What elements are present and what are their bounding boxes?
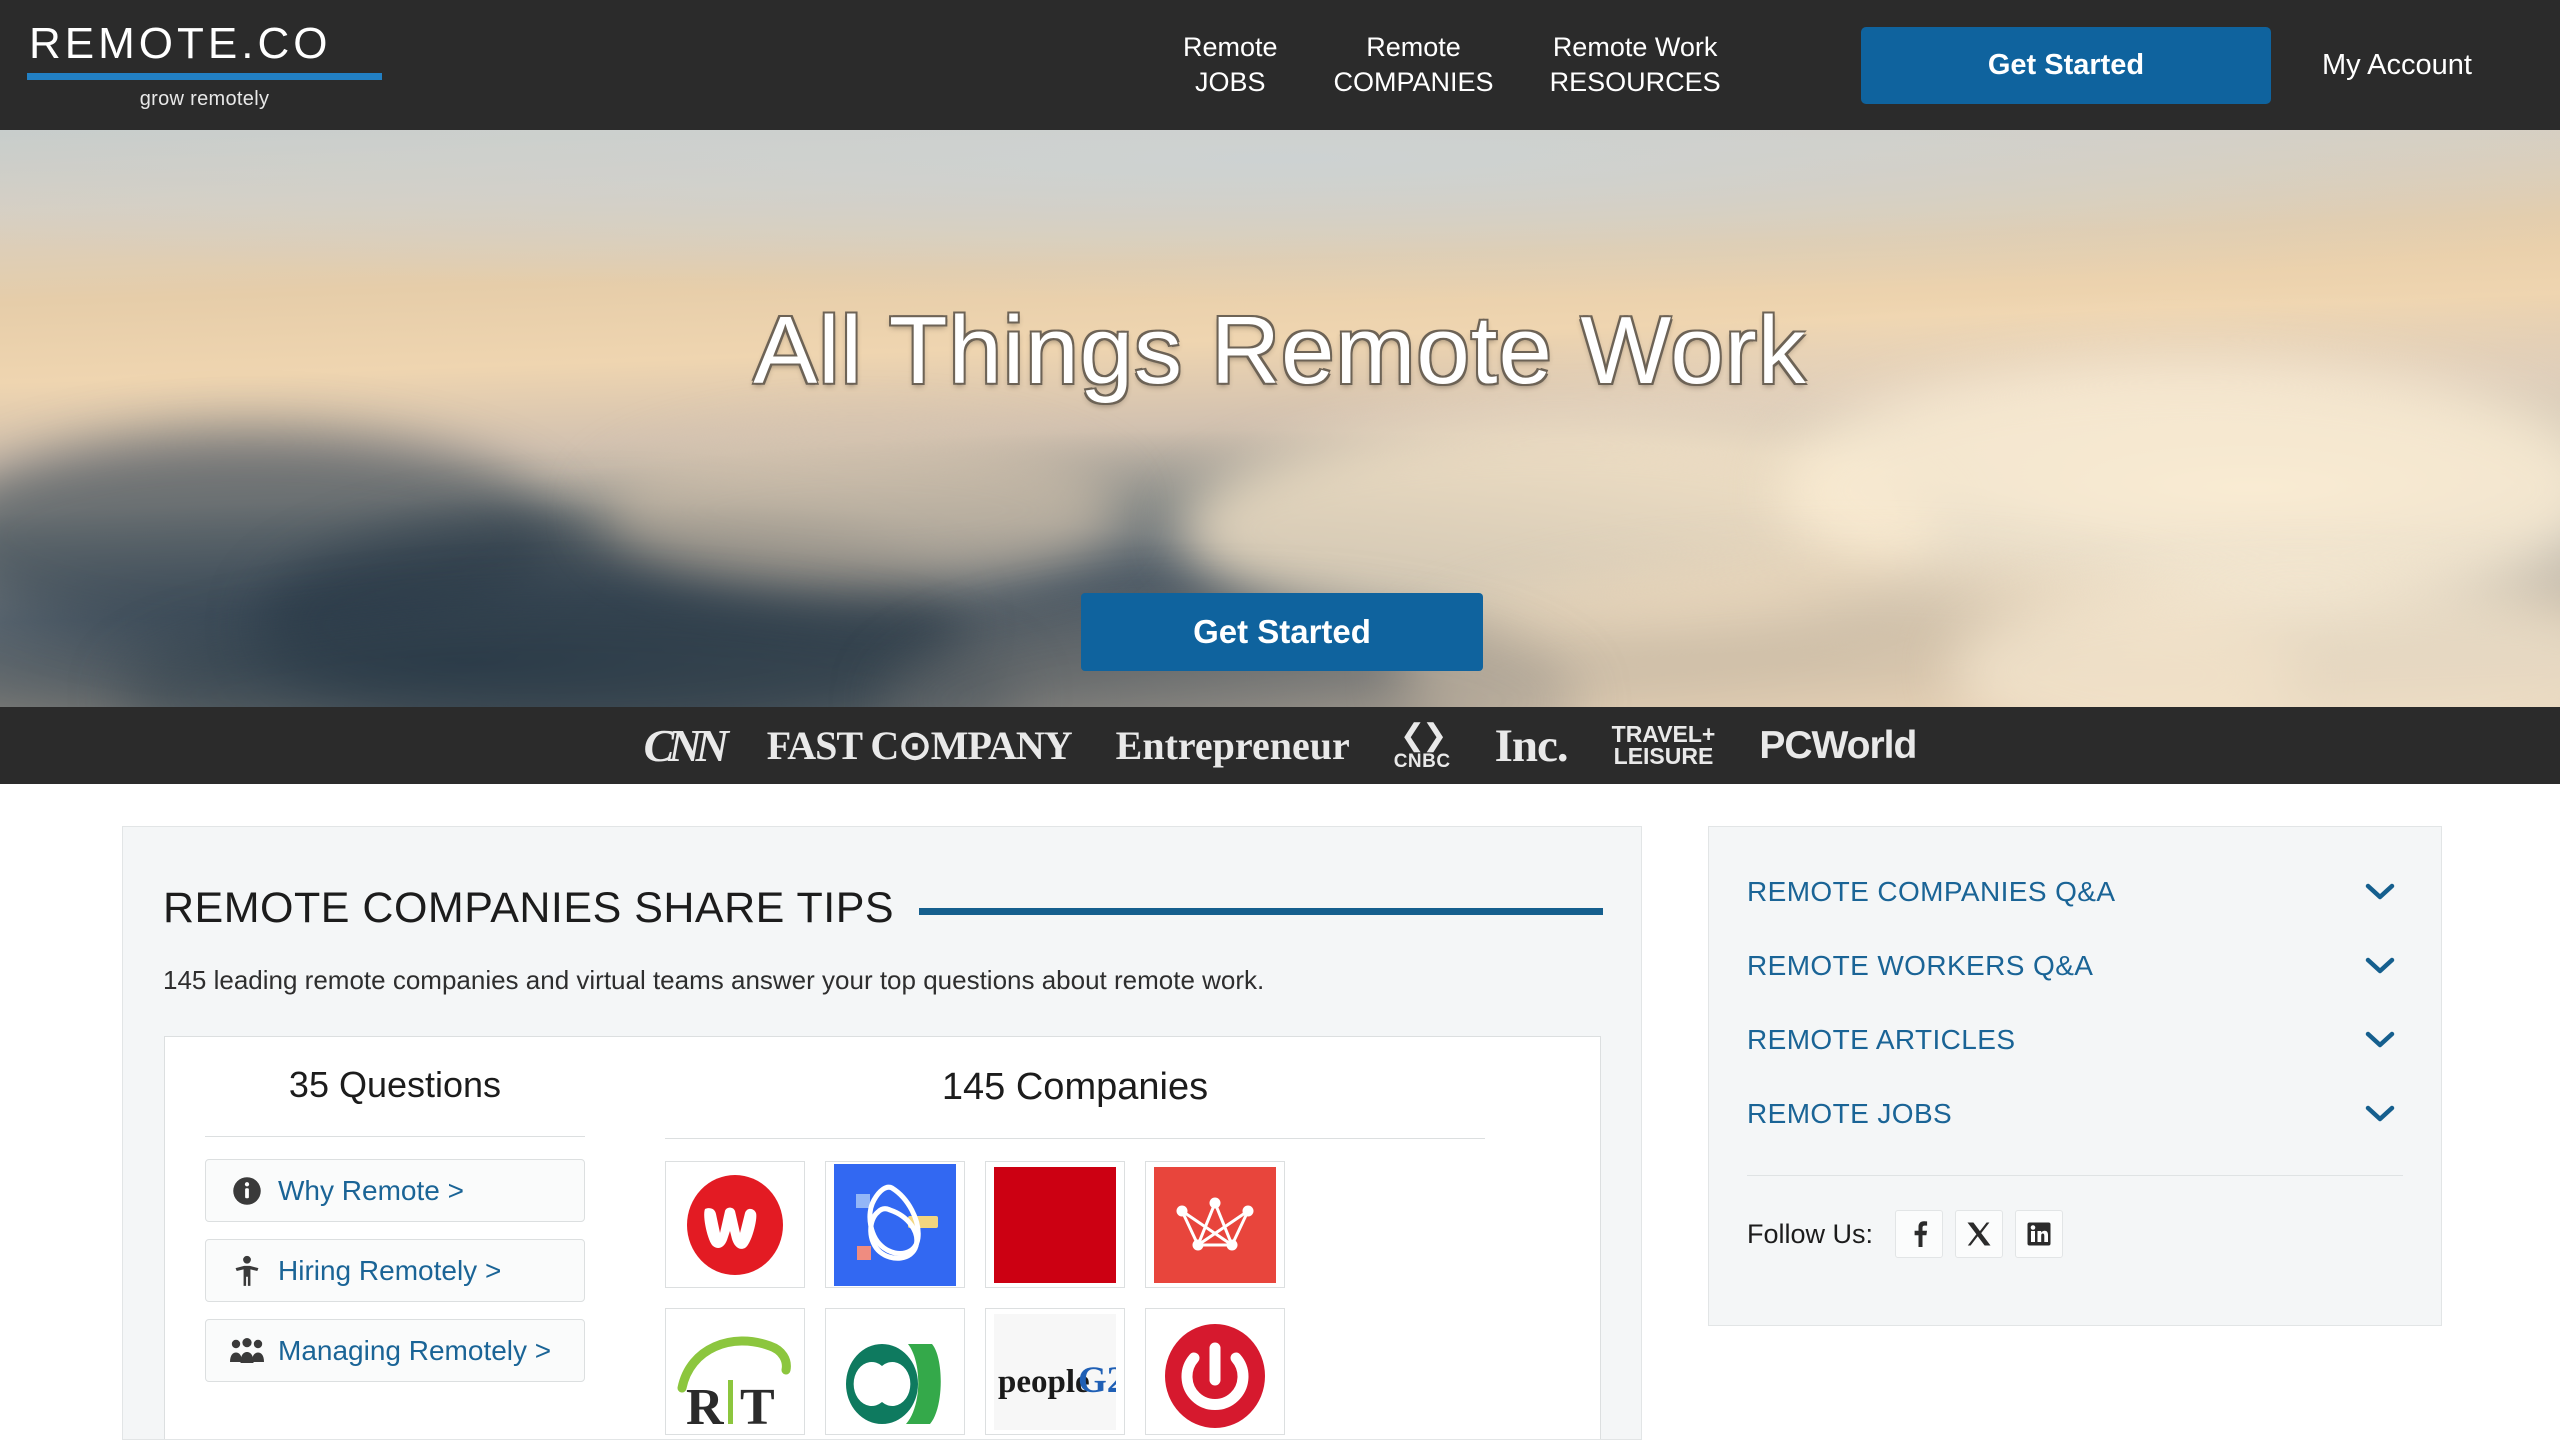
accordion-item-remote-articles[interactable]: REMOTE ARTICLES bbox=[1747, 1003, 2403, 1077]
svg-text:R: R bbox=[686, 1379, 725, 1430]
heading-rule bbox=[919, 908, 1603, 915]
nav-item-remote-jobs[interactable]: Remote JOBS bbox=[1155, 30, 1306, 99]
resources-sidebar: REMOTE COMPANIES Q&A REMOTE WORKERS Q&A … bbox=[1708, 826, 2442, 1326]
remote-companies-share-tips-panel: REMOTE COMPANIES SHARE TIPS 145 leading … bbox=[122, 826, 1642, 1440]
nav-item-line1: Remote bbox=[1183, 32, 1278, 63]
chevron-down-icon bbox=[2365, 883, 2395, 901]
people-group-icon bbox=[230, 1334, 264, 1368]
press-logo-tl-line2: LEISURE bbox=[1613, 742, 1714, 769]
accordion-item-remote-jobs[interactable]: REMOTE JOBS bbox=[1747, 1077, 2403, 1151]
svg-text:G2: G2 bbox=[1078, 1360, 1116, 1401]
question-item-label: Why Remote > bbox=[278, 1174, 464, 1206]
logo-wordmark: REMOTE.CO bbox=[29, 19, 332, 68]
company-logo-crown[interactable] bbox=[1145, 1161, 1285, 1288]
companies-divider bbox=[665, 1138, 1485, 1139]
hero-get-started-button[interactable]: Get Started bbox=[1081, 593, 1483, 671]
accordion-label: REMOTE ARTICLES bbox=[1747, 1024, 2016, 1055]
cloud-shape bbox=[600, 430, 1120, 590]
question-item-label: Managing Remotely > bbox=[278, 1334, 552, 1366]
nav-item-remote-companies[interactable]: Remote COMPANIES bbox=[1306, 30, 1522, 99]
company-logo-peopleg2[interactable]: people G2 bbox=[985, 1308, 1125, 1435]
panel-subtitle: 145 leading remote companies and virtual… bbox=[163, 965, 1265, 995]
chevron-down-icon bbox=[2365, 957, 2395, 975]
company-logo-grid: R T people G2 bbox=[665, 1161, 1485, 1435]
logo-tagline: grow remotely bbox=[139, 88, 270, 110]
accordion-label: REMOTE COMPANIES Q&A bbox=[1747, 876, 2116, 907]
press-logo-pcworld: PCWorld bbox=[1759, 723, 1917, 767]
questions-divider bbox=[205, 1136, 585, 1137]
question-item-label: Hiring Remotely > bbox=[278, 1254, 502, 1286]
x-twitter-icon[interactable] bbox=[1955, 1210, 2004, 1258]
press-logo-inc: Inc. bbox=[1494, 719, 1569, 772]
page-title: REMOTE COMPANIES SHARE TIPS bbox=[163, 884, 895, 932]
site-header: REMOTE.CO grow remotely Remote JOBS Remo… bbox=[0, 0, 2560, 130]
company-logo-blue-atom[interactable] bbox=[825, 1161, 965, 1288]
press-logo-fast-company: FAST C⊙MPANY bbox=[766, 723, 1073, 768]
company-logo-wistia[interactable] bbox=[665, 1161, 805, 1288]
facebook-icon[interactable] bbox=[1895, 1210, 1944, 1258]
nav-item-line1: Remote Work bbox=[1552, 32, 1718, 63]
company-logo-green-o[interactable] bbox=[825, 1308, 965, 1435]
sidebar-divider bbox=[1747, 1175, 2403, 1176]
follow-us-row: Follow Us: bbox=[1747, 1210, 2403, 1258]
questions-heading: 35 Questions bbox=[288, 1064, 502, 1105]
person-icon bbox=[230, 1254, 264, 1288]
press-logo-travel-leisure: TRAVEL+ LEISURE bbox=[1612, 722, 1716, 769]
logo-underline bbox=[27, 73, 382, 80]
panel-heading-row: REMOTE COMPANIES SHARE TIPS bbox=[163, 884, 1603, 933]
nav-item-line2: COMPANIES bbox=[1333, 67, 1494, 97]
company-logo-rit[interactable]: R T bbox=[665, 1308, 805, 1435]
question-item-hiring-remotely[interactable]: Hiring Remotely > bbox=[205, 1239, 585, 1302]
press-logo-band: CNN FAST C⊙MPANY Entrepreneur ❮❯ CNBC In… bbox=[0, 707, 2560, 784]
question-item-why-remote[interactable]: Why Remote > bbox=[205, 1159, 585, 1222]
accordion-item-remote-workers-qa[interactable]: REMOTE WORKERS Q&A bbox=[1747, 929, 2403, 1003]
press-logo-cnbc: ❮❯ CNBC bbox=[1393, 718, 1451, 772]
my-account-link[interactable]: My Account bbox=[2322, 0, 2472, 130]
accordion-label: REMOTE WORKERS Q&A bbox=[1747, 950, 2094, 981]
follow-us-label: Follow Us: bbox=[1747, 1218, 1874, 1249]
main-navigation: Remote JOBS Remote COMPANIES Remote Work… bbox=[1155, 0, 1749, 130]
questions-companies-card: 35 Questions Why Remote > Hiring Remotel… bbox=[164, 1036, 1601, 1439]
header-get-started-button[interactable]: Get Started bbox=[1861, 27, 2271, 104]
press-logo-cnbc-text: CNBC bbox=[1393, 750, 1451, 772]
questions-column: 35 Questions Why Remote > Hiring Remotel… bbox=[165, 1037, 625, 1439]
nav-item-remote-work-resources[interactable]: Remote Work RESOURCES bbox=[1522, 30, 1749, 99]
peacock-icon: ❮❯ bbox=[1400, 718, 1447, 752]
press-logo-cnn: CNN bbox=[643, 720, 729, 771]
nav-item-line2: RESOURCES bbox=[1549, 67, 1721, 97]
nav-item-line1: Remote bbox=[1366, 32, 1461, 63]
chevron-down-icon bbox=[2365, 1031, 2395, 1049]
hero-section: All Things Remote Work Get Started bbox=[0, 130, 2560, 707]
press-logo-entrepreneur: Entrepreneur bbox=[1115, 723, 1350, 768]
chevron-down-icon bbox=[2365, 1105, 2395, 1123]
accordion-label: REMOTE JOBS bbox=[1747, 1098, 1953, 1129]
questions-list: Why Remote > Hiring Remotely > Managing … bbox=[205, 1159, 585, 1382]
linkedin-icon[interactable] bbox=[2015, 1210, 2064, 1258]
company-logo-red-block[interactable] bbox=[985, 1161, 1125, 1288]
nav-item-line2: JOBS bbox=[1195, 67, 1266, 97]
companies-column: 145 Companies R T people G bbox=[625, 1037, 1525, 1439]
svg-text:people: people bbox=[998, 1364, 1090, 1400]
question-item-managing-remotely[interactable]: Managing Remotely > bbox=[205, 1319, 585, 1382]
hero-title: All Things Remote Work bbox=[753, 297, 1807, 404]
svg-text:T: T bbox=[740, 1379, 775, 1430]
site-logo[interactable]: REMOTE.CO grow remotely bbox=[27, 22, 387, 111]
accordion-item-remote-companies-qa[interactable]: REMOTE COMPANIES Q&A bbox=[1747, 855, 2403, 929]
companies-heading: 145 Companies bbox=[941, 1066, 1209, 1108]
company-logo-power-button[interactable] bbox=[1145, 1308, 1285, 1435]
info-icon bbox=[230, 1174, 264, 1208]
